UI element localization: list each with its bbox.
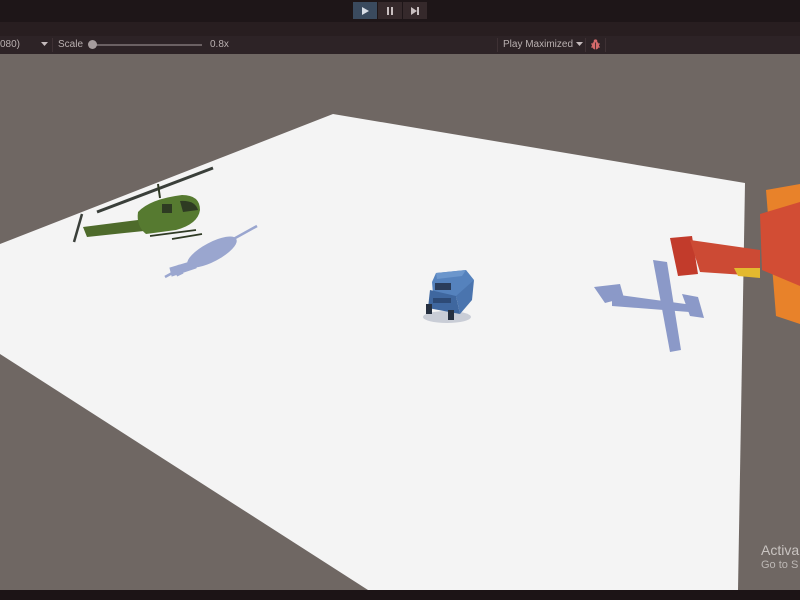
play-button[interactable] <box>353 2 377 19</box>
play-icon <box>362 6 369 15</box>
watermark-line-2: Go to S <box>761 559 799 571</box>
game-viewport[interactable]: Activa Go to S <box>0 54 800 590</box>
ground-plane <box>0 114 745 590</box>
separator <box>605 38 606 52</box>
step-icon <box>411 6 419 15</box>
scene-render <box>0 114 800 590</box>
pause-button[interactable] <box>378 2 402 19</box>
scale-value: 0.8x <box>210 39 229 50</box>
bug-icon[interactable] <box>589 38 602 51</box>
scale-slider-handle[interactable] <box>88 40 97 49</box>
top-toolbar <box>0 0 800 22</box>
watermark-line-1: Activa <box>761 542 800 558</box>
play-maximized-dropdown[interactable]: Play Maximized <box>503 39 573 51</box>
pause-icon <box>387 6 393 15</box>
separator <box>585 38 586 52</box>
game-view-control-bar: 080) Scale 0.8x Play Maximized <box>0 36 800 54</box>
dropdown-arrow-icon <box>41 42 48 46</box>
step-button[interactable] <box>403 2 427 19</box>
separator <box>52 38 53 52</box>
tab-band <box>0 22 800 36</box>
separator <box>497 38 498 52</box>
playback-controls <box>353 2 427 19</box>
bottom-bar <box>0 590 800 600</box>
scale-slider-track[interactable] <box>92 44 202 46</box>
activate-windows-watermark: Activa Go to S <box>761 543 799 573</box>
scale-label: Scale <box>58 39 84 50</box>
dropdown-arrow-icon <box>576 42 583 46</box>
